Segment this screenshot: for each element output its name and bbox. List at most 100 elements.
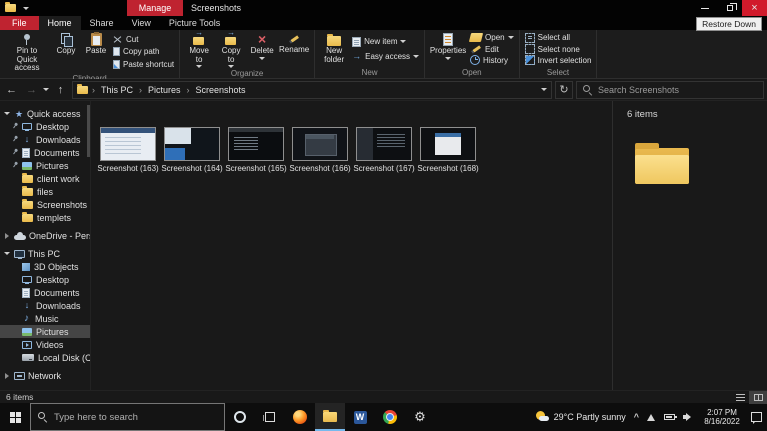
tab-home[interactable]: Home <box>38 16 81 30</box>
new-folder-button[interactable]: New folder <box>318 31 350 67</box>
new-item-button[interactable]: New item <box>352 36 419 47</box>
minimize-button[interactable] <box>692 0 717 16</box>
copy-path-label: Copy path <box>123 47 160 57</box>
volume-tray-icon[interactable] <box>683 412 693 422</box>
folder-icon <box>22 211 33 222</box>
sidebar-item-documents-pc[interactable]: Documents <box>0 286 90 299</box>
chevron-right-icon[interactable] <box>5 232 9 239</box>
details-view-button[interactable] <box>731 391 749 404</box>
sidebar-item-downloads-pc[interactable]: Downloads <box>0 299 90 312</box>
sidebar-item-music[interactable]: Music <box>0 312 90 325</box>
sidebar-item-network[interactable]: Network <box>0 369 90 382</box>
sidebar-item-desktop-pc[interactable]: Desktop <box>0 273 90 286</box>
copy-path-button[interactable]: Copy path <box>113 46 174 57</box>
quick-access-toolbar-chevron-icon[interactable] <box>23 6 29 10</box>
crumb-this-pc[interactable]: This PC <box>99 85 135 95</box>
settings-taskbar-button[interactable] <box>405 403 435 431</box>
sidebar-item-client-work[interactable]: client work <box>0 172 90 185</box>
paste-button[interactable]: Paste <box>81 31 111 73</box>
select-all-icon <box>524 32 535 43</box>
thumbnail-view-icon <box>753 393 763 401</box>
copy-button[interactable]: Copy <box>51 31 81 73</box>
tab-share[interactable]: Share <box>81 16 123 30</box>
sidebar-item-files[interactable]: files <box>0 185 90 198</box>
back-button[interactable]: ← <box>3 81 20 99</box>
file-item[interactable]: Screenshot (163) <box>97 127 159 173</box>
sidebar-item-3d-objects[interactable]: 3D Objects <box>0 260 90 273</box>
cut-button[interactable]: Cut <box>113 34 174 45</box>
breadcrumb[interactable]: › This PC › Pictures › Screenshots <box>72 80 552 99</box>
copy-to-button[interactable]: Copy to <box>215 29 247 68</box>
sidebar-item-screenshots[interactable]: Screenshots <box>0 198 90 211</box>
sidebar-item-downloads[interactable]: Downloads <box>0 133 90 146</box>
action-center-icon[interactable] <box>751 412 762 424</box>
sidebar-item-pictures-qa[interactable]: Pictures <box>0 159 90 172</box>
open-button[interactable]: Open <box>468 32 514 43</box>
sidebar-item-videos[interactable]: Videos <box>0 338 90 351</box>
delete-button[interactable]: Delete <box>247 31 277 68</box>
pin-to-quick-access-button[interactable]: Pin to Quick access <box>3 31 51 73</box>
address-bar: ← → ↑ › This PC › Pictures › Screenshots… <box>0 79 767 101</box>
battery-tray-icon[interactable] <box>664 414 677 420</box>
select-none-button[interactable]: Select none <box>524 44 592 55</box>
refresh-button[interactable]: ↻ <box>555 80 573 99</box>
sidebar-item-local-disk[interactable]: Local Disk (C:) <box>0 351 90 364</box>
recent-locations-icon[interactable] <box>43 88 49 91</box>
onedrive-section: OneDrive - Personal <box>0 229 90 242</box>
sidebar-item-templets[interactable]: templets <box>0 211 90 224</box>
hidden-icons-chevron-icon[interactable]: ^ <box>634 412 639 422</box>
task-view-button[interactable] <box>255 403 285 431</box>
easy-access-button[interactable]: Easy access <box>352 51 420 62</box>
sidebar-item-quick-access[interactable]: Quick access <box>0 107 90 120</box>
search-input[interactable] <box>598 84 757 95</box>
history-button[interactable]: History <box>470 55 514 66</box>
file-item[interactable]: Screenshot (165) <box>225 127 287 173</box>
tab-file[interactable]: File <box>0 16 39 30</box>
rename-button[interactable]: Rename <box>277 31 311 68</box>
crumb-separator: › <box>92 84 95 95</box>
firefox-taskbar-button[interactable] <box>285 403 315 431</box>
thumbnail-view-button[interactable] <box>749 390 767 404</box>
sidebar-item-pictures[interactable]: Pictures <box>0 325 90 338</box>
up-button[interactable]: ↑ <box>52 81 69 99</box>
crumb-pictures[interactable]: Pictures <box>146 85 183 95</box>
history-label: History <box>483 55 508 65</box>
network-tray-icon[interactable] <box>647 413 656 421</box>
file-item[interactable]: Screenshot (164) <box>161 127 223 173</box>
start-button[interactable] <box>0 403 30 431</box>
chevron-down-icon[interactable] <box>4 252 10 255</box>
invert-selection-button[interactable]: Invert selection <box>524 55 591 66</box>
word-taskbar-button[interactable]: W <box>345 403 375 431</box>
weather-widget[interactable]: 29°C Partly sunny <box>535 411 626 423</box>
file-item[interactable]: Screenshot (167) <box>353 127 415 173</box>
chevron-down-icon[interactable] <box>4 112 10 115</box>
file-item[interactable]: Screenshot (166) <box>289 127 351 173</box>
file-name: Screenshot (164) <box>161 164 223 173</box>
forward-button[interactable]: → <box>23 81 40 99</box>
file-item[interactable]: Screenshot (168) <box>417 127 479 173</box>
sidebar-item-documents[interactable]: Documents <box>0 146 90 159</box>
taskbar-search-box[interactable] <box>30 403 225 431</box>
sidebar-item-desktop[interactable]: Desktop <box>0 120 90 133</box>
close-button[interactable]: × <box>742 0 767 16</box>
chevron-right-icon[interactable] <box>5 372 9 379</box>
crumb-screenshots[interactable]: Screenshots <box>194 85 248 95</box>
select-all-button[interactable]: Select all <box>524 32 592 43</box>
weather-label: 29°C Partly sunny <box>553 412 626 422</box>
taskbar-clock[interactable]: 2:07 PM 8/16/2022 <box>701 408 743 427</box>
cortana-button[interactable] <box>225 403 255 431</box>
chrome-taskbar-button[interactable] <box>375 403 405 431</box>
paste-shortcut-button[interactable]: Paste shortcut <box>113 59 174 70</box>
edit-button[interactable]: Edit <box>470 44 514 55</box>
tab-view[interactable]: View <box>123 16 160 30</box>
taskbar-search-input[interactable] <box>54 411 217 423</box>
manage-contextual-tab[interactable]: Manage <box>127 0 183 16</box>
explorer-search-box[interactable] <box>576 80 764 99</box>
restore-button[interactable] <box>717 0 742 16</box>
address-dropdown-icon[interactable] <box>541 88 547 91</box>
move-to-button[interactable]: Move to <box>183 29 215 68</box>
file-explorer-taskbar-button[interactable] <box>315 403 345 431</box>
properties-button[interactable]: Properties <box>428 31 468 67</box>
sidebar-item-onedrive[interactable]: OneDrive - Personal <box>0 229 90 242</box>
sidebar-item-this-pc[interactable]: This PC <box>0 247 90 260</box>
